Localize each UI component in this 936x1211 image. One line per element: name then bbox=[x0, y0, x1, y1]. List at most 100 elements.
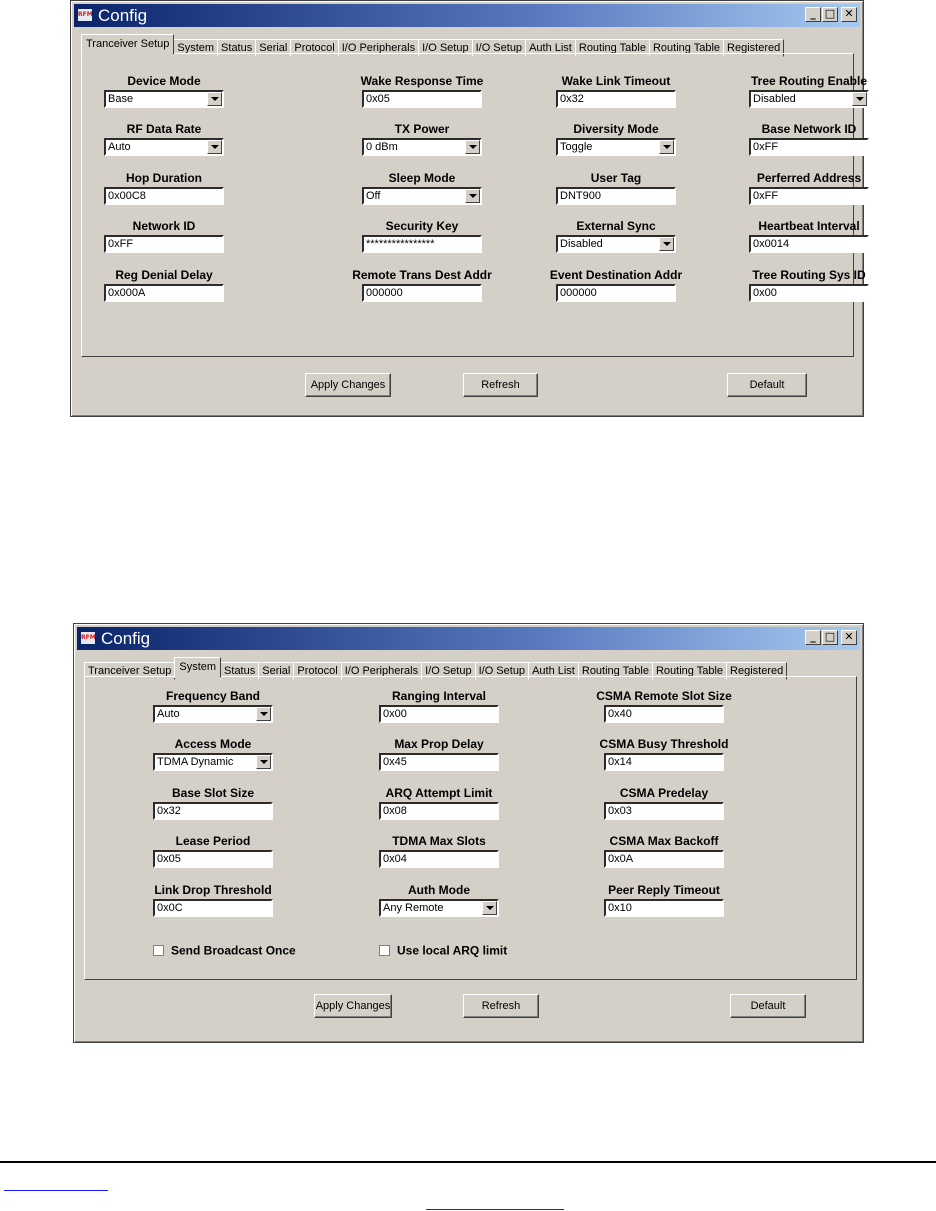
apply-changes-button[interactable]: Apply Changes bbox=[314, 994, 392, 1018]
title-bar[interactable]: RFM Config _ □ ✕ bbox=[77, 627, 860, 650]
wake-link-timeout-input[interactable]: 0x32 bbox=[556, 90, 676, 108]
field-label: Tree Routing Enable bbox=[750, 74, 867, 88]
field-external-sync: External Sync Disabled bbox=[531, 218, 701, 253]
field-base-network-id: Base Network ID 0xFF bbox=[724, 121, 894, 156]
close-button[interactable]: ✕ bbox=[841, 7, 857, 22]
external-sync-dropdown[interactable]: Disabled bbox=[556, 235, 676, 253]
field-value: 0x45 bbox=[383, 756, 407, 768]
tab-system[interactable]: System bbox=[174, 657, 222, 678]
field-value: Auto bbox=[157, 708, 180, 720]
field-value: 0x05 bbox=[157, 853, 181, 865]
csma-predelay-input[interactable]: 0x03 bbox=[604, 802, 724, 820]
field-label: Access Mode bbox=[174, 737, 252, 751]
chevron-down-icon[interactable] bbox=[256, 707, 271, 721]
network-id-input[interactable]: 0xFF bbox=[104, 235, 224, 253]
field-heartbeat-interval: Heartbeat Interval 0x0014 bbox=[724, 218, 894, 253]
base-network-id-input[interactable]: 0xFF bbox=[749, 138, 869, 156]
footer-link-underline[interactable] bbox=[426, 1209, 564, 1210]
field-value: 0xFF bbox=[753, 141, 779, 153]
field-label: TX Power bbox=[394, 122, 450, 136]
refresh-button[interactable]: Refresh bbox=[463, 373, 538, 397]
use-local-arq-limit-checkbox[interactable]: Use local ARQ limit bbox=[379, 940, 507, 958]
tree-routing-sys-id-input[interactable]: 0x00 bbox=[749, 284, 869, 302]
tab-strip: Tranceiver Setup System Status Serial Protoc… bbox=[81, 34, 785, 57]
csma-remote-slot-size-input[interactable]: 0x40 bbox=[604, 705, 724, 723]
field-value: DNT900 bbox=[560, 190, 601, 202]
perferred-address-input[interactable]: 0xFF bbox=[749, 187, 869, 205]
field-value: 0x32 bbox=[560, 93, 584, 105]
arq-attempt-limit-input[interactable]: 0x08 bbox=[379, 802, 499, 820]
footer-link-underline[interactable] bbox=[4, 1190, 108, 1191]
apply-changes-button[interactable]: Apply Changes bbox=[305, 373, 391, 397]
chevron-down-icon[interactable] bbox=[207, 92, 222, 106]
field-max-prop-delay: Max Prop Delay 0x45 bbox=[354, 736, 524, 771]
chevron-down-icon[interactable] bbox=[659, 140, 674, 154]
chevron-down-icon[interactable] bbox=[852, 92, 867, 106]
minimize-button[interactable]: _ bbox=[805, 7, 821, 22]
heartbeat-interval-input[interactable]: 0x0014 bbox=[749, 235, 869, 253]
reg-denial-delay-input[interactable]: 0x000A bbox=[104, 284, 224, 302]
field-value: 0x04 bbox=[383, 853, 407, 865]
field-label: Security Key bbox=[385, 219, 459, 233]
checkbox-box[interactable] bbox=[153, 945, 164, 956]
event-destination-addr-input[interactable]: 000000 bbox=[556, 284, 676, 302]
max-prop-delay-input[interactable]: 0x45 bbox=[379, 753, 499, 771]
chevron-down-icon[interactable] bbox=[256, 755, 271, 769]
chevron-down-icon[interactable] bbox=[207, 140, 222, 154]
checkbox-box[interactable] bbox=[379, 945, 390, 956]
default-button[interactable]: Default bbox=[730, 994, 806, 1018]
app-icon: RFM bbox=[80, 631, 96, 645]
refresh-button[interactable]: Refresh bbox=[463, 994, 539, 1018]
field-csma-remote-slot-size: CSMA Remote Slot Size 0x40 bbox=[579, 688, 749, 723]
maximize-button[interactable]: □ bbox=[822, 630, 838, 645]
tx-power-dropdown[interactable]: 0 dBm bbox=[362, 138, 482, 156]
close-button[interactable]: ✕ bbox=[841, 630, 857, 645]
csma-max-backoff-input[interactable]: 0x0A bbox=[604, 850, 724, 868]
field-label: Remote Trans Dest Addr bbox=[352, 268, 492, 282]
field-value: 0x32 bbox=[157, 805, 181, 817]
tab-panel-transceiver-setup: Device Mode Base Wake Response Time 0x05 Wak… bbox=[79, 53, 869, 357]
device-mode-dropdown[interactable]: Base bbox=[104, 90, 224, 108]
field-value: 0x00C8 bbox=[108, 190, 146, 202]
checkbox-label: Send Broadcast Once bbox=[171, 943, 296, 958]
diversity-mode-dropdown[interactable]: Toggle bbox=[556, 138, 676, 156]
field-value: 0x10 bbox=[608, 902, 632, 914]
field-reg-denial-delay: Reg Denial Delay 0x000A bbox=[79, 267, 249, 302]
field-value: 0x08 bbox=[383, 805, 407, 817]
wake-response-time-input[interactable]: 0x05 bbox=[362, 90, 482, 108]
tree-routing-enable-dropdown[interactable]: Disabled bbox=[749, 90, 869, 108]
chevron-down-icon[interactable] bbox=[482, 901, 497, 915]
auth-mode-dropdown[interactable]: Any Remote bbox=[379, 899, 499, 917]
field-value: 0x00 bbox=[753, 287, 777, 299]
field-sleep-mode: Sleep Mode Off bbox=[337, 170, 507, 205]
peer-reply-timeout-input[interactable]: 0x10 bbox=[604, 899, 724, 917]
csma-busy-threshold-input[interactable]: 0x14 bbox=[604, 753, 724, 771]
tab-strip: Tranceiver Setup System Status Serial Protoc… bbox=[84, 657, 788, 680]
title-bar[interactable]: RFM Config _ □ ✕ bbox=[74, 4, 860, 27]
link-drop-threshold-input[interactable]: 0x0C bbox=[153, 899, 273, 917]
lease-period-input[interactable]: 0x05 bbox=[153, 850, 273, 868]
access-mode-dropdown[interactable]: TDMA Dynamic bbox=[153, 753, 273, 771]
rf-data-rate-dropdown[interactable]: Auto bbox=[104, 138, 224, 156]
tdma-max-slots-input[interactable]: 0x04 bbox=[379, 850, 499, 868]
hop-duration-input[interactable]: 0x00C8 bbox=[104, 187, 224, 205]
field-value: Base bbox=[108, 93, 134, 105]
base-slot-size-input[interactable]: 0x32 bbox=[153, 802, 273, 820]
remote-trans-dest-addr-input[interactable]: 000000 bbox=[362, 284, 482, 302]
chevron-down-icon[interactable] bbox=[465, 189, 480, 203]
maximize-button[interactable]: □ bbox=[822, 7, 838, 22]
sleep-mode-dropdown[interactable]: Off bbox=[362, 187, 482, 205]
security-key-input[interactable]: **************** bbox=[362, 235, 482, 253]
user-tag-input[interactable]: DNT900 bbox=[556, 187, 676, 205]
field-value: 0x0014 bbox=[753, 238, 790, 250]
tab-tranceiver-setup[interactable]: Tranceiver Setup bbox=[81, 34, 175, 55]
chevron-down-icon[interactable] bbox=[659, 237, 674, 251]
minimize-button[interactable]: _ bbox=[805, 630, 821, 645]
default-button[interactable]: Default bbox=[727, 373, 807, 397]
send-broadcast-once-checkbox[interactable]: Send Broadcast Once bbox=[153, 940, 296, 958]
ranging-interval-input[interactable]: 0x00 bbox=[379, 705, 499, 723]
field-label: Wake Response Time bbox=[360, 74, 484, 88]
chevron-down-icon[interactable] bbox=[465, 140, 480, 154]
field-csma-busy-threshold: CSMA Busy Threshold 0x14 bbox=[579, 736, 749, 771]
frequency-band-dropdown[interactable]: Auto bbox=[153, 705, 273, 723]
